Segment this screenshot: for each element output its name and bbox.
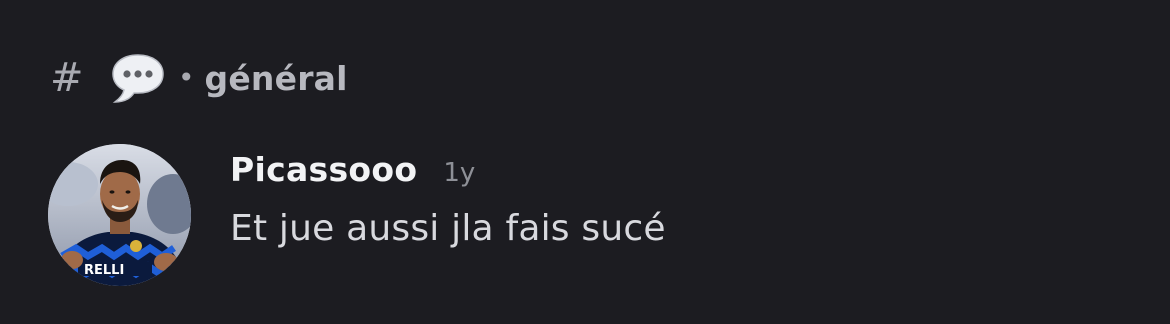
channel-header[interactable]: # • général bbox=[50, 52, 348, 104]
username[interactable]: Picassooo bbox=[230, 150, 417, 189]
user-avatar-photo-icon: RELLI bbox=[48, 144, 191, 286]
avatar[interactable]: RELLI bbox=[48, 144, 191, 286]
jersey-sponsor-text: RELLI bbox=[84, 263, 124, 278]
message-header: Picassooo 1y bbox=[230, 150, 475, 189]
separator-dot: • bbox=[178, 61, 195, 94]
channel-hash-icon: # bbox=[50, 55, 84, 101]
message-text: Et jue aussi jla fais sucé bbox=[230, 208, 666, 249]
speech-bubble-icon bbox=[110, 52, 166, 104]
channel-name: général bbox=[204, 58, 348, 98]
message-item: RELLI Picassooo 1y Et jue aussi jla fais… bbox=[48, 144, 1148, 286]
timestamp: 1y bbox=[443, 158, 476, 188]
